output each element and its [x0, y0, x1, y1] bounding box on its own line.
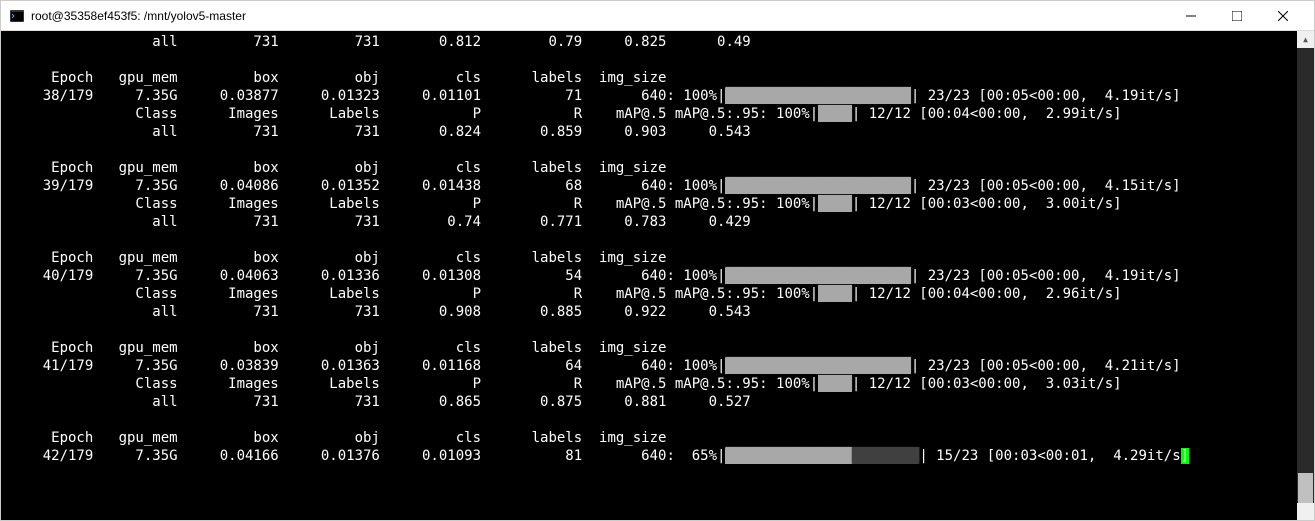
scroll-up-icon[interactable]: ▲: [1297, 31, 1314, 48]
scroll-thumb[interactable]: [1298, 473, 1313, 503]
scroll-track[interactable]: [1297, 48, 1314, 503]
window-title: root@35358ef453f5: /mnt/yolov5-master: [31, 9, 1168, 23]
terminal-icon: [9, 8, 25, 24]
scrollbar[interactable]: ▲: [1297, 31, 1314, 520]
minimize-button[interactable]: [1168, 1, 1214, 31]
window-controls: [1168, 1, 1306, 31]
terminal-window: root@35358ef453f5: /mnt/yolov5-master al…: [0, 0, 1315, 521]
close-button[interactable]: [1260, 1, 1306, 31]
terminal-body[interactable]: all 731 731 0.812 0.79 0.825 0.49 Epoch …: [1, 31, 1314, 520]
terminal-output: all 731 731 0.812 0.79 0.825 0.49 Epoch …: [1, 31, 1314, 467]
titlebar[interactable]: root@35358ef453f5: /mnt/yolov5-master: [1, 1, 1314, 31]
maximize-button[interactable]: [1214, 1, 1260, 31]
